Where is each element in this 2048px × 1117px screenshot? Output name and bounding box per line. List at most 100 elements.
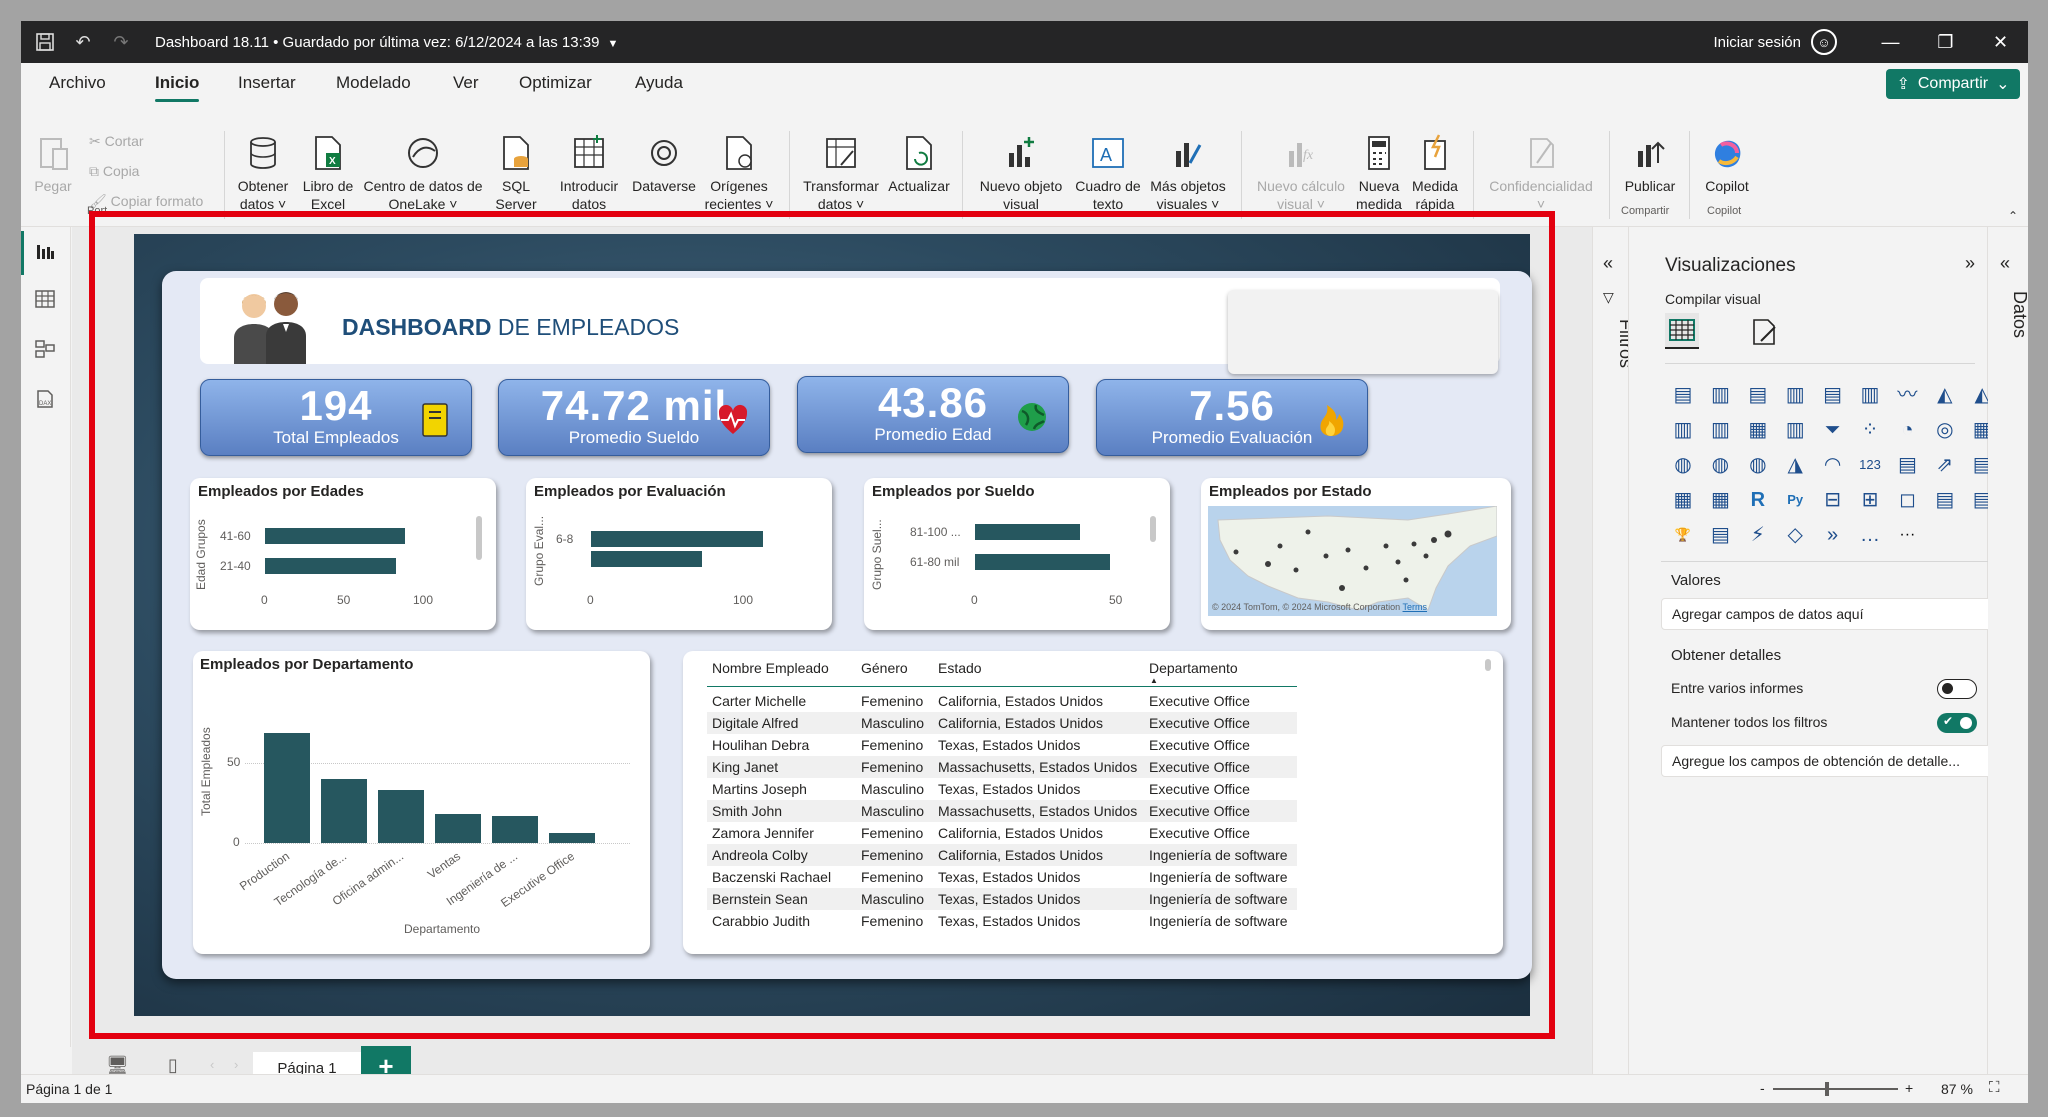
table-visual-icon[interactable]: ▦	[1670, 487, 1696, 513]
pie-chart-icon[interactable]: ◔	[1894, 417, 1920, 443]
table-row[interactable]: Martins Joseph Masculino Texas, Estados Un…	[707, 778, 1297, 800]
column-header[interactable]: Estado	[938, 660, 982, 676]
gauge-chart-icon[interactable]: ◠	[1820, 452, 1846, 478]
share-button[interactable]: ⇪ Compartir ⌄	[1886, 69, 2020, 99]
dax-query-view-icon[interactable]: DAX	[33, 389, 57, 413]
onelake-hub-button[interactable]: Centro de datos de OneLake ˅	[357, 133, 489, 213]
zoom-in-button[interactable]: +	[1905, 1080, 1913, 1096]
smart-narrative-visual-icon[interactable]: ▤	[1932, 487, 1958, 513]
build-visual-tab[interactable]	[1665, 313, 1699, 349]
data-pane-label[interactable]: Datos	[2009, 291, 2028, 338]
copy-button[interactable]: ⧉ Copia	[89, 163, 139, 180]
bar[interactable]	[265, 558, 396, 574]
ribbon-chart-icon[interactable]: ▦	[1745, 417, 1771, 443]
transform-data-button[interactable]: Transformar datos ˅	[799, 133, 883, 213]
cut-button[interactable]: ✂ Cortar	[89, 133, 144, 150]
text-box-button[interactable]: A Cuadro de texto	[1073, 133, 1143, 213]
tab-archivo[interactable]: Archivo	[49, 63, 106, 105]
data-pane-collapsed[interactable]: «	[1988, 227, 2028, 1074]
fit-to-page-icon[interactable]: ⛶	[1989, 1079, 2000, 1096]
line-clustered-column-chart-icon[interactable]: ▥	[1707, 417, 1733, 443]
restore-icon[interactable]: ❐	[1918, 21, 1973, 63]
scatter-chart-icon[interactable]: ⁘	[1857, 417, 1883, 443]
bar[interactable]	[378, 790, 424, 843]
100-stacked-column-chart-icon[interactable]: ▥	[1857, 382, 1883, 408]
clustered-bar-chart-icon[interactable]: ▤	[1745, 382, 1771, 408]
zoom-level[interactable]: 87 %	[1941, 1081, 1973, 1097]
card-visual-icon[interactable]: 123	[1857, 452, 1883, 478]
chart-empleados-edades[interactable]: Empleados por Edades Edad Grupos 41-60 21…	[190, 478, 496, 630]
new-visual-button[interactable]: Nuevo objeto visual	[973, 133, 1069, 213]
qa-visual-icon[interactable]: ◻	[1894, 487, 1920, 513]
chart-empleados-sueldo[interactable]: Empleados por Sueldo Grupo Suel... 81-10…	[864, 478, 1170, 630]
bar[interactable]	[435, 814, 481, 843]
bar[interactable]	[975, 554, 1110, 570]
clustered-column-chart-icon[interactable]: ▥	[1782, 382, 1808, 408]
signin-link[interactable]: Iniciar sesión	[1713, 34, 1801, 51]
table-row[interactable]: King Janet Femenino Massachusetts, Estados…	[707, 756, 1297, 778]
tab-insertar[interactable]: Insertar	[238, 63, 296, 105]
kpi-promedio-edad[interactable]: 43.86 Promedio Edad	[797, 376, 1069, 453]
area-chart-icon[interactable]: ◭	[1932, 382, 1958, 408]
drillthrough-well[interactable]: Agregue los campos de obtención de detal…	[1661, 745, 1997, 777]
table-view-icon[interactable]	[33, 289, 57, 313]
excel-workbook-button[interactable]: X Libro de Excel	[298, 133, 358, 213]
100-stacked-bar-chart-icon[interactable]: ▤	[1820, 382, 1846, 408]
tab-ver[interactable]: Ver	[453, 63, 479, 105]
azure-map-icon[interactable]: ◮	[1782, 452, 1808, 478]
mobile-layout-icon[interactable]: ▯	[168, 1055, 178, 1076]
paste-button[interactable]: Pegar	[31, 133, 75, 195]
kpi-visual-icon[interactable]: ⇗	[1932, 452, 1958, 478]
desktop-layout-icon[interactable]: 🖥	[106, 1055, 129, 1076]
kpi-total-empleados[interactable]: 194 Total Empleados	[200, 379, 472, 456]
column-header[interactable]: Género	[861, 660, 908, 676]
bar[interactable]	[265, 528, 405, 544]
column-header[interactable]: Nombre Empleado	[712, 660, 829, 676]
close-icon[interactable]: ✕	[1973, 21, 2028, 63]
new-measure-button[interactable]: Nueva medida	[1351, 133, 1407, 213]
recent-sources-button[interactable]: Orígenes recientes ˅	[701, 133, 777, 213]
blank-card[interactable]	[1228, 290, 1498, 374]
user-icon[interactable]: ☺	[1811, 29, 1837, 55]
chart-empleados-departamento[interactable]: Empleados por Departamento Total Emplead…	[193, 651, 650, 954]
map-empleados-estado[interactable]: Empleados por Estado © 2024 TomTom, © 20…	[1201, 478, 1511, 630]
collapse-viz-icon[interactable]: »	[1965, 253, 1975, 274]
more-visuals-button[interactable]: Más objetos visuales ˅	[1145, 133, 1231, 213]
stacked-bar-chart-icon[interactable]: ▤	[1670, 382, 1696, 408]
dax-visual-icon[interactable]: …	[1857, 522, 1883, 548]
table-row[interactable]: Carabbio Judith Femenino Texas, Estados Un…	[707, 910, 1297, 932]
zoom-out-button[interactable]: -	[1760, 1080, 1765, 1096]
next-page-icon[interactable]: ›	[234, 1057, 238, 1072]
bar[interactable]	[321, 779, 367, 843]
decomposition-tree-visual-icon[interactable]: ⊞	[1857, 487, 1883, 513]
power-apps-visual-icon[interactable]: ▤	[1707, 522, 1733, 548]
trophy-goals-visual-icon[interactable]: 🏆	[1670, 522, 1696, 548]
get-data-button[interactable]: Obtener datos ˅	[233, 133, 293, 213]
funnel-chart-icon[interactable]: ⏷	[1820, 417, 1846, 443]
kpi-promedio-sueldo[interactable]: 74.72 mil Promedio Sueldo	[498, 379, 770, 456]
table-row[interactable]: Zamora Jennifer Femenino California, Estad…	[707, 822, 1297, 844]
table-scrollbar[interactable]	[1485, 659, 1491, 671]
zoom-slider-thumb[interactable]	[1825, 1082, 1829, 1096]
key-influencers-visual-icon[interactable]: ⊟	[1820, 487, 1846, 513]
bar[interactable]	[591, 551, 702, 567]
tab-modelado[interactable]: Modelado	[336, 63, 411, 105]
chart-scrollbar[interactable]	[1150, 516, 1156, 542]
shape-visual-icon[interactable]: ◇	[1782, 522, 1808, 548]
column-header[interactable]: Departamento	[1149, 660, 1238, 676]
copilot-button[interactable]: Copilot	[1697, 133, 1757, 195]
donut-chart-icon[interactable]: ◎	[1932, 417, 1958, 443]
values-well[interactable]: Agregar campos de datos aquí	[1661, 598, 1997, 630]
enter-data-button[interactable]: Introducir datos	[551, 133, 627, 213]
stacked-column-chart-icon[interactable]: ▥	[1707, 382, 1733, 408]
expand-data-icon[interactable]: «	[2000, 253, 2010, 274]
model-view-icon[interactable]	[33, 339, 57, 363]
r-script-visual-icon[interactable]: R	[1745, 487, 1771, 513]
map-chart-icon[interactable]: ◍	[1670, 452, 1696, 478]
filled-map-chart-icon[interactable]: ◍	[1707, 452, 1733, 478]
more-visuals-icon[interactable]: ···	[1894, 522, 1920, 548]
collapse-ribbon-icon[interactable]: ⌃	[2008, 209, 2018, 223]
power-automate-visual-icon[interactable]: ⚡	[1745, 522, 1771, 548]
map-terms-link[interactable]: Terms	[1403, 602, 1428, 612]
multi-row-card-icon[interactable]: ▤	[1894, 452, 1920, 478]
